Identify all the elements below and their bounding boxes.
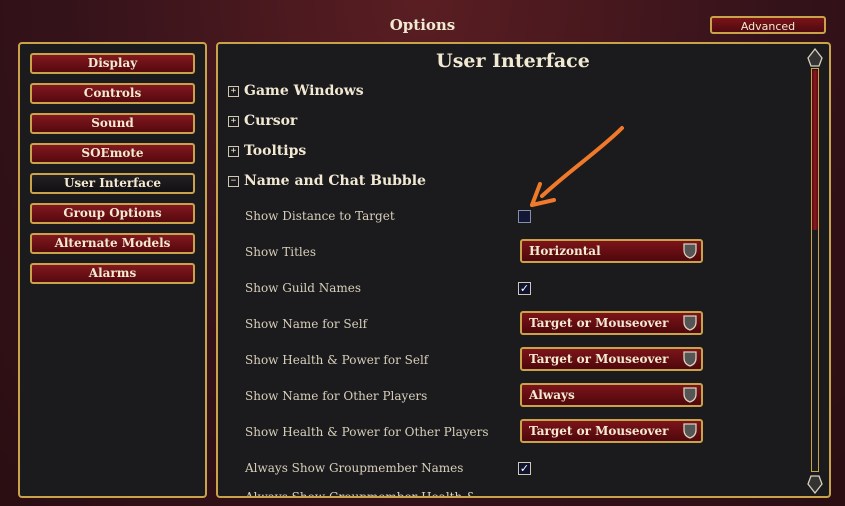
option-label-show-name-self: Show Name for Self — [245, 317, 368, 331]
show-health-others-dropdown[interactable]: Target or Mouseover — [520, 419, 703, 443]
show-distance-checkbox[interactable] — [518, 210, 531, 223]
dropdown-value: Target or Mouseover — [529, 352, 669, 366]
dropdown-value: Target or Mouseover — [529, 316, 669, 330]
option-label-show-name-others: Show Name for Other Players — [245, 389, 428, 403]
sidebar-item-alarms[interactable]: Alarms — [30, 263, 195, 284]
dropdown-value: Target or Mouseover — [529, 424, 669, 438]
group-game-windows[interactable]: + Game Windows — [228, 83, 364, 99]
sidebar-item-controls[interactable]: Controls — [30, 83, 195, 104]
dropdown-shield-icon — [683, 387, 697, 403]
show-name-self-dropdown[interactable]: Target or Mouseover — [520, 311, 703, 335]
vertical-scrollbar[interactable] — [804, 48, 826, 494]
sidebar-item-alternate-models[interactable]: Alternate Models — [30, 233, 195, 254]
sidebar-item-sound[interactable]: Sound — [30, 113, 195, 134]
dropdown-shield-icon — [683, 423, 697, 439]
expand-plus-icon[interactable]: + — [228, 116, 239, 127]
dropdown-shield-icon — [683, 351, 697, 367]
option-label-show-guild-names: Show Guild Names — [245, 281, 362, 295]
option-label-groupmember-names: Always Show Groupmember Names — [245, 461, 464, 475]
group-tooltips[interactable]: + Tooltips — [228, 143, 306, 159]
sidebar-item-soemote[interactable]: SOEmote — [30, 143, 195, 164]
group-label: Cursor — [244, 113, 298, 129]
group-label: Game Windows — [244, 83, 364, 99]
advanced-button[interactable]: Advanced — [710, 16, 826, 34]
group-name-and-chat-bubble[interactable]: − Name and Chat Bubble — [228, 173, 426, 189]
scroll-down-icon[interactable] — [806, 474, 824, 494]
group-label: Tooltips — [244, 143, 307, 159]
show-titles-dropdown[interactable]: Horizontal — [520, 239, 703, 263]
sidebar-item-display[interactable]: Display — [30, 53, 195, 74]
dropdown-value: Always — [529, 388, 575, 402]
settings-panel: User Interface + Game Windows + Cursor + To… — [216, 42, 831, 498]
scroll-thumb[interactable] — [812, 70, 818, 230]
groupmember-names-checkbox[interactable]: ✓ — [518, 462, 531, 475]
options-window: Options Advanced Display Controls Sound … — [0, 0, 845, 506]
scroll-up-icon[interactable] — [806, 48, 824, 68]
collapse-minus-icon[interactable]: − — [228, 176, 239, 187]
dropdown-shield-icon — [683, 243, 697, 259]
expand-plus-icon[interactable]: + — [228, 146, 239, 157]
show-name-others-dropdown[interactable]: Always — [520, 383, 703, 407]
show-guild-names-checkbox[interactable]: ✓ — [518, 282, 531, 295]
show-health-self-dropdown[interactable]: Target or Mouseover — [520, 347, 703, 371]
group-label: Name and Chat Bubble — [244, 173, 426, 189]
group-cursor[interactable]: + Cursor — [228, 113, 297, 129]
category-sidebar: Display Controls Sound SOEmote User Inte… — [18, 42, 207, 498]
option-label-show-health-self: Show Health & Power for Self — [245, 353, 429, 367]
dropdown-shield-icon — [683, 315, 697, 331]
sidebar-item-group-options[interactable]: Group Options — [30, 203, 195, 224]
option-label-show-titles: Show Titles — [245, 245, 317, 259]
dropdown-value: Horizontal — [529, 244, 601, 258]
option-label-groupmember-health: Always Show Groupmember Health & — [245, 490, 477, 498]
expand-plus-icon[interactable]: + — [228, 86, 239, 97]
sidebar-item-user-interface[interactable]: User Interface — [30, 173, 195, 194]
option-label-show-health-others: Show Health & Power for Other Players — [245, 425, 489, 439]
option-label-show-distance: Show Distance to Target — [245, 209, 395, 223]
section-title: User Interface — [436, 50, 590, 72]
